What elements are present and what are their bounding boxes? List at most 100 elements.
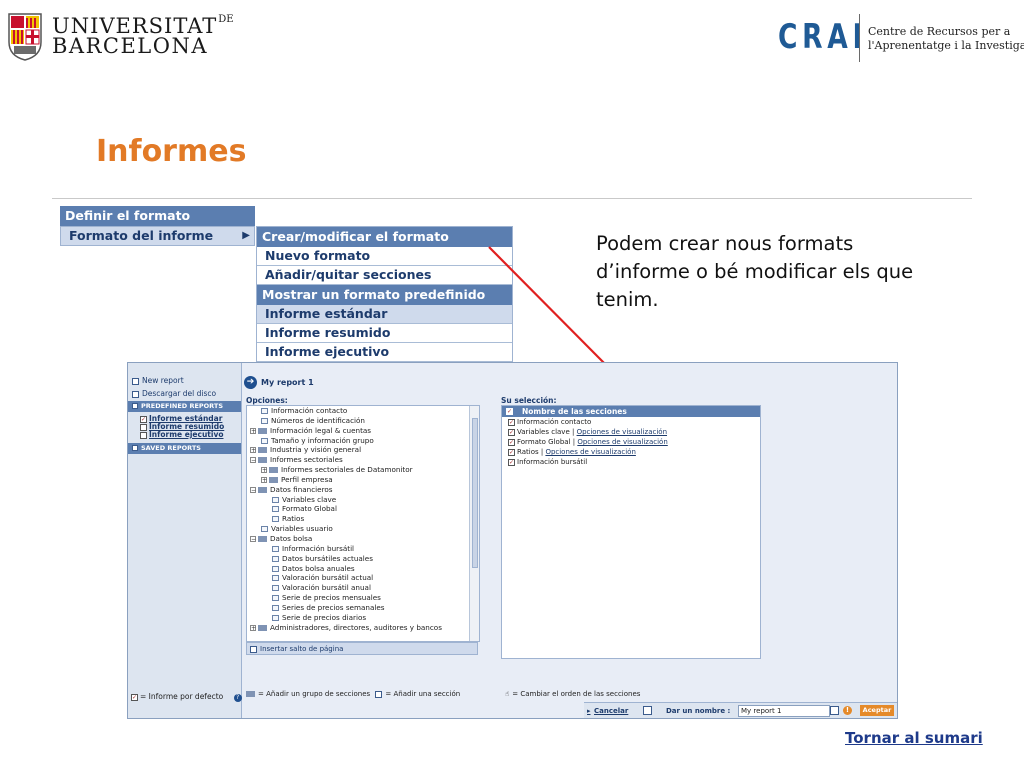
tree-item[interactable]: Valoración bursátil actual <box>247 573 479 583</box>
tree-item[interactable]: Valoración bursátil anual <box>247 583 479 593</box>
tree-item[interactable]: Variables clave <box>247 495 479 505</box>
selected-section-row[interactable]: ✓ Información bursátil <box>502 457 760 467</box>
tree-item[interactable]: Serie de precios diarios <box>247 613 479 623</box>
menu-item-standard-report[interactable]: Informe estándar <box>257 305 512 324</box>
menu-item-add-remove-sections[interactable]: Añadir/quitar secciones <box>257 266 512 285</box>
expand-icon[interactable]: + <box>250 427 256 434</box>
menu-item-report-format-label: Formato del informe <box>69 228 214 243</box>
tree-item-label: Variables usuario <box>271 524 333 534</box>
download-from-disk-button[interactable]: Descargar del disco <box>128 388 241 399</box>
tree-item[interactable]: Serie de precios mensuales <box>247 593 479 603</box>
tree-item[interactable]: − Datos bolsa <box>247 534 479 544</box>
checkbox-checked-icon[interactable]: ✓ <box>508 458 515 466</box>
menu-item-new-format[interactable]: Nuevo formato <box>257 247 512 266</box>
tree-item[interactable]: Datos bursátiles actuales <box>247 554 479 564</box>
ub-shield-logo-icon <box>8 13 42 61</box>
menu-item-executive-report[interactable]: Informe ejecutivo <box>257 343 512 362</box>
tree-item[interactable]: Información bursátil <box>247 544 479 554</box>
expand-icon[interactable]: + <box>261 476 267 483</box>
section-icon <box>272 506 279 513</box>
tree-item[interactable]: Tamaño y información grupo <box>247 436 479 446</box>
display-options-link[interactable]: Opciones de visualización <box>577 438 667 446</box>
accept-button[interactable]: Aceptar <box>860 705 894 716</box>
tree-item[interactable]: Series de precios semanales <box>247 603 479 613</box>
selected-section-row[interactable]: ✓ Formato Global | Opciones de visualizac… <box>502 437 760 447</box>
checkbox-checked-icon[interactable]: ✓ <box>508 448 515 456</box>
section-icon <box>272 604 279 611</box>
executive-report-link[interactable]: Informe ejecutivo <box>149 430 223 439</box>
collapse-icon[interactable]: − <box>250 535 256 542</box>
section-icon <box>272 545 279 552</box>
legend-add-group: = Añadir un grupo de secciones = Añadir … <box>246 690 460 698</box>
university-name-line2: BARCELONA <box>52 34 209 58</box>
menu-item-summary-report[interactable]: Informe resumido <box>257 324 512 343</box>
checkbox-checked-icon[interactable]: ✓ <box>508 438 515 446</box>
tree-item[interactable]: + Perfil empresa <box>247 475 479 485</box>
explanation-note: Podem crear nous formats d’informe o bé … <box>596 232 914 311</box>
collapse-icon[interactable]: − <box>250 457 256 464</box>
folder-icon <box>258 457 267 464</box>
tree-item[interactable]: Ratios <box>247 514 479 524</box>
insert-page-break-button[interactable]: Insertar salto de página <box>246 642 478 655</box>
checkbox-icon[interactable] <box>140 431 147 439</box>
tree-item-label: Serie de precios diarios <box>282 612 367 622</box>
expand-icon[interactable]: + <box>250 447 256 454</box>
help-icon[interactable]: ? <box>233 694 242 702</box>
go-arrow-icon[interactable]: ➔ <box>244 376 257 389</box>
default-report-legend: ✓ = Informe por defecto ? <box>131 692 242 702</box>
checkbox-icon[interactable] <box>140 423 147 431</box>
cancel-link[interactable]: Cancelar <box>594 707 628 715</box>
section-icon <box>261 417 268 424</box>
checkbox-checked-icon[interactable]: ✓ <box>140 415 147 423</box>
selected-section-row[interactable]: ✓ Ratios | Opciones de visualización <box>502 447 760 457</box>
sections-tree[interactable]: Información contacto Números de identific… <box>246 405 480 642</box>
tree-item[interactable]: + Información legal & cuentas <box>247 426 479 436</box>
tree-item[interactable]: Formato Global <box>247 504 479 514</box>
expand-icon[interactable]: + <box>261 467 267 474</box>
checkbox-checked-icon[interactable]: ✓ <box>508 428 515 436</box>
checkbox-checked-icon[interactable]: ✓ <box>508 418 515 426</box>
section-icon <box>272 585 279 592</box>
section-icon <box>261 437 268 444</box>
selected-sections-list: ✓ Nombre de las secciones ✓ Información co… <box>501 405 761 659</box>
tree-item[interactable]: + Industria y visión general <box>247 445 479 455</box>
display-options-link[interactable]: Opciones de visualización <box>577 428 667 436</box>
collapse-icon[interactable]: − <box>250 486 256 493</box>
selected-section-label: Información contacto <box>517 418 592 426</box>
new-report-icon <box>132 377 139 385</box>
menu-item-report-format[interactable]: Formato del informe ▶ <box>60 226 255 246</box>
save-icon <box>132 445 138 451</box>
selected-sections-header: ✓ Nombre de las secciones <box>502 406 760 417</box>
save-icon[interactable] <box>830 706 839 715</box>
report-name-input[interactable]: My report 1 <box>738 705 830 717</box>
link-executive-report[interactable]: Informe ejecutivo <box>128 431 241 439</box>
scrollbar-thumb[interactable] <box>472 418 478 568</box>
predefined-reports-header: PREDEFINED REPORTS <box>128 401 241 412</box>
tree-item[interactable]: + Administradores, directores, auditores … <box>247 623 479 633</box>
checkbox-checked-icon: ✓ <box>131 693 138 701</box>
tree-item-label: Números de identificación <box>271 415 365 425</box>
tree-item[interactable]: − Datos financieros <box>247 485 479 495</box>
expand-icon[interactable]: + <box>250 624 256 631</box>
tree-item[interactable]: − Informes sectoriales <box>247 455 479 465</box>
print-icon[interactable] <box>643 706 652 715</box>
selected-section-row[interactable]: ✓ Información contacto <box>502 417 760 427</box>
back-to-summary-link[interactable]: Tornar al sumari <box>845 729 983 747</box>
options-label: Opciones: <box>246 396 288 405</box>
select-all-checkbox[interactable]: ✓ <box>506 408 513 415</box>
tree-item[interactable]: Datos bolsa anuales <box>247 564 479 574</box>
display-options-link[interactable]: Opciones de visualización <box>545 448 635 456</box>
new-report-button[interactable]: New report <box>128 375 241 386</box>
tree-item-label: Formato Global <box>282 504 337 514</box>
tree-item[interactable]: Información contacto <box>247 406 479 416</box>
tree-item[interactable]: Números de identificación <box>247 416 479 426</box>
tree-item[interactable]: Variables usuario <box>247 524 479 534</box>
crai-logo: CRAI <box>778 17 868 57</box>
tree-scrollbar[interactable] <box>469 406 479 641</box>
tree-item[interactable]: + Informes sectoriales de Datamonitor <box>247 465 479 475</box>
menu-define-format-header: Definir el formato <box>60 206 255 226</box>
selected-section-row[interactable]: ✓ Variables clave | Opciones de visualiza… <box>502 427 760 437</box>
tree-item-label: Serie de precios mensuales <box>282 593 381 603</box>
page-break-icon <box>250 645 257 653</box>
legend-add-section-label: = Añadir una sección <box>385 690 461 698</box>
